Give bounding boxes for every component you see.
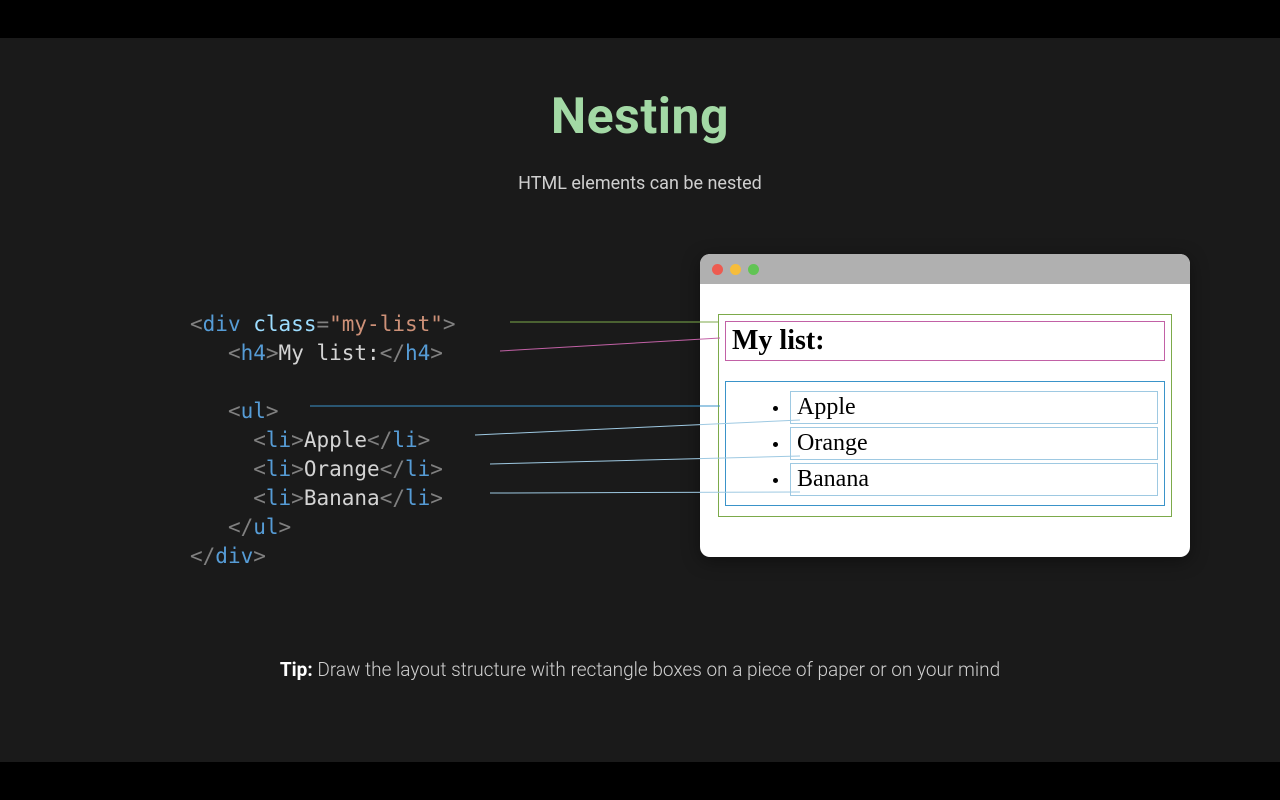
maximize-icon xyxy=(748,264,759,275)
slide-subtitle: HTML elements can be nested xyxy=(0,173,1280,194)
tip-label: Tip: xyxy=(280,658,318,681)
tip-line: Tip: Draw the layout structure with rect… xyxy=(0,658,1280,681)
list-item: Apple xyxy=(790,391,1158,424)
slide: Nesting HTML elements can be nested <div… xyxy=(0,38,1280,762)
preview-heading: My list: xyxy=(732,325,1158,357)
li-box: Banana xyxy=(790,463,1158,496)
h4-box: My list: xyxy=(725,321,1165,361)
li-box: Apple xyxy=(790,391,1158,424)
li-box: Orange xyxy=(790,427,1158,460)
tip-text: Draw the layout structure with rectangle… xyxy=(317,658,1000,681)
div-box: My list: Apple Orange Banana xyxy=(718,314,1172,517)
browser-titlebar xyxy=(700,254,1190,284)
preview-list: Apple Orange Banana xyxy=(732,391,1158,496)
list-item: Banana xyxy=(790,463,1158,496)
browser-body: My list: Apple Orange Banana xyxy=(700,284,1190,557)
browser-window: My list: Apple Orange Banana xyxy=(700,254,1190,557)
ul-box: Apple Orange Banana xyxy=(725,381,1165,506)
list-item: Orange xyxy=(790,427,1158,460)
close-icon xyxy=(712,264,723,275)
slide-title: Nesting xyxy=(0,88,1280,146)
code-block: <div class="my-list"> <h4>My list:</h4> … xyxy=(190,310,456,571)
minimize-icon xyxy=(730,264,741,275)
